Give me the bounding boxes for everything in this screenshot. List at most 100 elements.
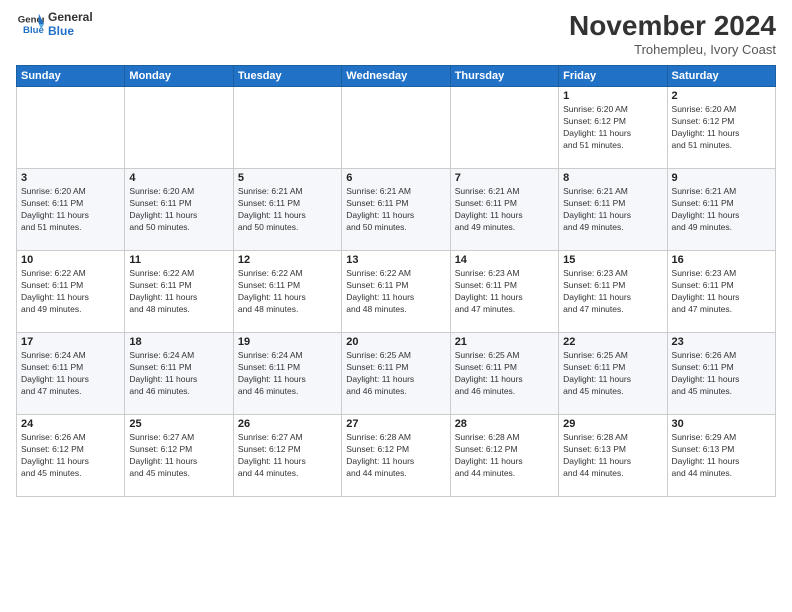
day-number: 4 (129, 172, 228, 184)
month-title: November 2024 (569, 10, 776, 42)
calendar-cell: 26 Sunrise: 6:27 AMSunset: 6:12 PMDayligh… (233, 415, 341, 497)
day-info: Sunrise: 6:27 AMSunset: 6:12 PMDaylight:… (238, 432, 337, 480)
day-info: Sunrise: 6:26 AMSunset: 6:12 PMDaylight:… (21, 432, 120, 480)
calendar-cell: 5Sunrise: 6:21 AMSunset: 6:11 PMDaylight… (233, 169, 341, 251)
calendar-cell: 30Sunrise: 6:29 AMSunset: 6:13 PMDayligh… (667, 415, 775, 497)
calendar-cell: 1 Sunrise: 6:20 AMSunset: 6:12 PMDaylight… (559, 87, 667, 169)
day-info: Sunrise: 6:28 AMSunset: 6:12 PMDaylight:… (346, 432, 445, 480)
calendar-week-5: 24 Sunrise: 6:26 AMSunset: 6:12 PMDayligh… (17, 415, 776, 497)
page: General Blue General Blue November 2024 … (0, 0, 792, 507)
day-number: 8 (563, 172, 662, 184)
day-number: 7 (455, 172, 554, 184)
calendar-table: SundayMondayTuesdayWednesdayThursdayFrid… (16, 65, 776, 497)
day-info: Sunrise: 6:23 AMSunset: 6:11 PMDaylight:… (563, 268, 662, 316)
calendar-week-1: 1 Sunrise: 6:20 AMSunset: 6:12 PMDaylight… (17, 87, 776, 169)
weekday-header-monday: Monday (125, 66, 233, 87)
title-block: November 2024 Trohempleu, Ivory Coast (569, 10, 776, 57)
logo-text-blue: Blue (48, 24, 93, 38)
calendar-cell: 27 Sunrise: 6:28 AMSunset: 6:12 PMDayligh… (342, 415, 450, 497)
day-info: Sunrise: 6:22 AMSunset: 6:11 PMDaylight:… (238, 268, 337, 316)
calendar-cell: 8 Sunrise: 6:21 AMSunset: 6:11 PMDaylight… (559, 169, 667, 251)
calendar-cell (450, 87, 558, 169)
calendar-cell: 14 Sunrise: 6:23 AMSunset: 6:11 PMDayligh… (450, 251, 558, 333)
day-info: Sunrise: 6:21 AMSunset: 6:11 PMDaylight:… (563, 186, 662, 234)
day-number: 25 (129, 418, 228, 430)
calendar-cell: 18Sunrise: 6:24 AMSunset: 6:11 PMDayligh… (125, 333, 233, 415)
day-info: Sunrise: 6:28 AMSunset: 6:12 PMDaylight:… (455, 432, 554, 480)
day-number: 30 (672, 418, 771, 430)
day-number: 29 (563, 418, 662, 430)
calendar-cell: 25 Sunrise: 6:27 AMSunset: 6:12 PMDayligh… (125, 415, 233, 497)
day-info: Sunrise: 6:23 AMSunset: 6:11 PMDaylight:… (672, 268, 771, 316)
day-number: 1 (563, 90, 662, 102)
calendar-cell: 6 Sunrise: 6:21 AMSunset: 6:11 PMDaylight… (342, 169, 450, 251)
calendar-cell: 13 Sunrise: 6:22 AMSunset: 6:11 PMDayligh… (342, 251, 450, 333)
weekday-header-sunday: Sunday (17, 66, 125, 87)
day-number: 3 (21, 172, 120, 184)
day-number: 14 (455, 254, 554, 266)
calendar-cell (125, 87, 233, 169)
logo-icon: General Blue (16, 10, 44, 38)
logo: General Blue General Blue (16, 10, 93, 39)
calendar-cell: 12 Sunrise: 6:22 AMSunset: 6:11 PMDayligh… (233, 251, 341, 333)
calendar-cell: 28 Sunrise: 6:28 AMSunset: 6:12 PMDayligh… (450, 415, 558, 497)
day-number: 22 (563, 336, 662, 348)
day-info: Sunrise: 6:22 AMSunset: 6:11 PMDaylight:… (21, 268, 120, 316)
calendar-cell: 23 Sunrise: 6:26 AMSunset: 6:11 PMDayligh… (667, 333, 775, 415)
day-info: Sunrise: 6:20 AMSunset: 6:11 PMDaylight:… (129, 186, 228, 234)
day-number: 28 (455, 418, 554, 430)
day-number: 27 (346, 418, 445, 430)
day-info: Sunrise: 6:25 AMSunset: 6:11 PMDaylight:… (455, 350, 554, 398)
calendar-cell (342, 87, 450, 169)
header: General Blue General Blue November 2024 … (16, 10, 776, 57)
day-number: 20 (346, 336, 445, 348)
day-number: 19 (238, 336, 337, 348)
weekday-header-thursday: Thursday (450, 66, 558, 87)
day-number: 12 (238, 254, 337, 266)
calendar-cell: 4 Sunrise: 6:20 AMSunset: 6:11 PMDaylight… (125, 169, 233, 251)
calendar-cell: 19 Sunrise: 6:24 AMSunset: 6:11 PMDayligh… (233, 333, 341, 415)
calendar-week-3: 10 Sunrise: 6:22 AMSunset: 6:11 PMDayligh… (17, 251, 776, 333)
day-info: Sunrise: 6:27 AMSunset: 6:12 PMDaylight:… (129, 432, 228, 480)
logo-text-general: General (48, 10, 93, 24)
day-number: 16 (672, 254, 771, 266)
day-info: Sunrise: 6:21 AMSunset: 6:11 PMDaylight:… (455, 186, 554, 234)
day-info: Sunrise: 6:21 AMSunset: 6:11 PMDaylight:… (238, 186, 337, 234)
day-number: 2 (672, 90, 771, 102)
day-number: 9 (672, 172, 771, 184)
calendar-cell: 21 Sunrise: 6:25 AMSunset: 6:11 PMDayligh… (450, 333, 558, 415)
calendar-cell: 3Sunrise: 6:20 AMSunset: 6:11 PMDaylight… (17, 169, 125, 251)
day-info: Sunrise: 6:22 AMSunset: 6:11 PMDaylight:… (346, 268, 445, 316)
day-info: Sunrise: 6:24 AMSunset: 6:11 PMDaylight:… (21, 350, 120, 398)
day-info: Sunrise: 6:21 AMSunset: 6:11 PMDaylight:… (346, 186, 445, 234)
calendar-cell: 22 Sunrise: 6:25 AMSunset: 6:11 PMDayligh… (559, 333, 667, 415)
day-number: 21 (455, 336, 554, 348)
day-number: 6 (346, 172, 445, 184)
day-info: Sunrise: 6:20 AMSunset: 6:12 PMDaylight:… (672, 104, 771, 152)
calendar-cell: 11Sunrise: 6:22 AMSunset: 6:11 PMDayligh… (125, 251, 233, 333)
calendar-cell (233, 87, 341, 169)
calendar-cell: 20 Sunrise: 6:25 AMSunset: 6:11 PMDayligh… (342, 333, 450, 415)
day-info: Sunrise: 6:23 AMSunset: 6:11 PMDaylight:… (455, 268, 554, 316)
day-number: 10 (21, 254, 120, 266)
weekday-header-wednesday: Wednesday (342, 66, 450, 87)
day-number: 24 (21, 418, 120, 430)
calendar-cell: 16 Sunrise: 6:23 AMSunset: 6:11 PMDayligh… (667, 251, 775, 333)
day-number: 17 (21, 336, 120, 348)
day-info: Sunrise: 6:20 AMSunset: 6:12 PMDaylight:… (563, 104, 662, 152)
day-number: 13 (346, 254, 445, 266)
calendar-header-row: SundayMondayTuesdayWednesdayThursdayFrid… (17, 66, 776, 87)
calendar-week-4: 17 Sunrise: 6:24 AMSunset: 6:11 PMDayligh… (17, 333, 776, 415)
day-info: Sunrise: 6:22 AMSunset: 6:11 PMDaylight:… (129, 268, 228, 316)
day-info: Sunrise: 6:26 AMSunset: 6:11 PMDaylight:… (672, 350, 771, 398)
calendar-cell: 17 Sunrise: 6:24 AMSunset: 6:11 PMDayligh… (17, 333, 125, 415)
day-info: Sunrise: 6:25 AMSunset: 6:11 PMDaylight:… (346, 350, 445, 398)
day-number: 26 (238, 418, 337, 430)
calendar-cell: 29Sunrise: 6:28 AMSunset: 6:13 PMDayligh… (559, 415, 667, 497)
day-number: 23 (672, 336, 771, 348)
weekday-header-saturday: Saturday (667, 66, 775, 87)
day-number: 18 (129, 336, 228, 348)
calendar-cell: 24 Sunrise: 6:26 AMSunset: 6:12 PMDayligh… (17, 415, 125, 497)
day-info: Sunrise: 6:24 AMSunset: 6:11 PMDaylight:… (238, 350, 337, 398)
day-info: Sunrise: 6:25 AMSunset: 6:11 PMDaylight:… (563, 350, 662, 398)
